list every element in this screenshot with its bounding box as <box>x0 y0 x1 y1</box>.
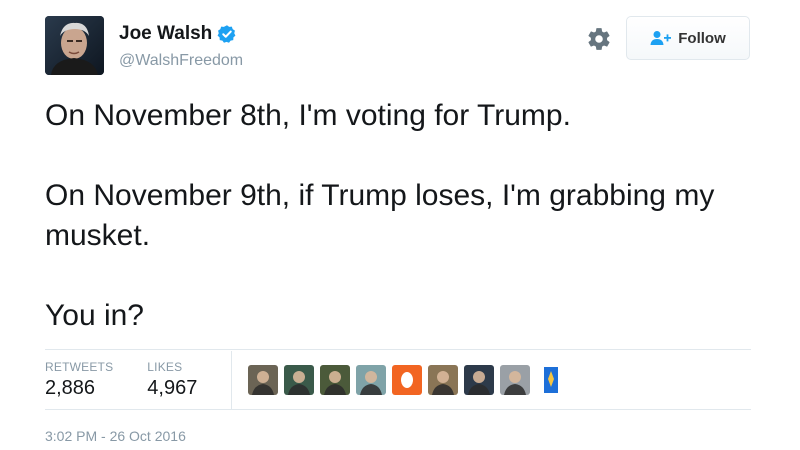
add-user-icon <box>650 31 672 45</box>
liker-avatar-9[interactable] <box>536 365 567 395</box>
liker-avatar-3[interactable] <box>320 365 351 395</box>
retweets-stat[interactable]: RETWEETS 2,886 <box>45 351 147 409</box>
retweets-count: 2,886 <box>45 377 96 399</box>
tweet-text: On November 8th, I'm voting for Trump. O… <box>45 96 765 336</box>
liker-avatar-7[interactable] <box>464 365 495 395</box>
user-name-row[interactable]: Joe Walsh <box>119 23 237 45</box>
tweet-stats: RETWEETS 2,886 LIKES 4,967 <box>45 351 751 409</box>
tweet-timestamp[interactable]: 3:02 PM - 26 Oct 2016 <box>45 428 186 444</box>
liker-avatar-8[interactable] <box>500 365 531 395</box>
profile-avatar[interactable] <box>45 16 104 75</box>
tweet-line: On November 8th, I'm voting for Trump. <box>45 99 571 132</box>
follow-label: Follow <box>678 29 726 47</box>
retweets-label: RETWEETS <box>45 360 114 374</box>
liker-avatar-6[interactable] <box>428 365 459 395</box>
tweet-card: Joe Walsh @WalshFreedom Follow On Novemb… <box>0 0 800 450</box>
follow-button[interactable]: Follow <box>626 16 750 60</box>
tweet-line: You in? <box>45 299 144 332</box>
liker-avatar-1[interactable] <box>248 365 279 395</box>
liker-avatar-5[interactable] <box>392 365 423 395</box>
verified-badge-icon <box>217 25 236 43</box>
user-name[interactable]: Joe Walsh <box>119 23 212 45</box>
likes-stat[interactable]: LIKES 4,967 <box>147 351 231 409</box>
likes-label: LIKES <box>147 360 183 374</box>
stats-top-divider <box>45 349 751 350</box>
stats-bottom-divider <box>45 409 751 410</box>
stats-separator <box>231 351 233 409</box>
user-handle[interactable]: @WalshFreedom <box>119 52 243 70</box>
liker-avatars <box>246 351 567 409</box>
tweet-line: On November 9th, if Trump loses, I'm gra… <box>45 179 715 252</box>
liker-avatar-2[interactable] <box>284 365 315 395</box>
liker-avatar-4[interactable] <box>356 365 387 395</box>
likes-count: 4,967 <box>147 377 198 399</box>
gear-icon[interactable] <box>586 26 612 52</box>
